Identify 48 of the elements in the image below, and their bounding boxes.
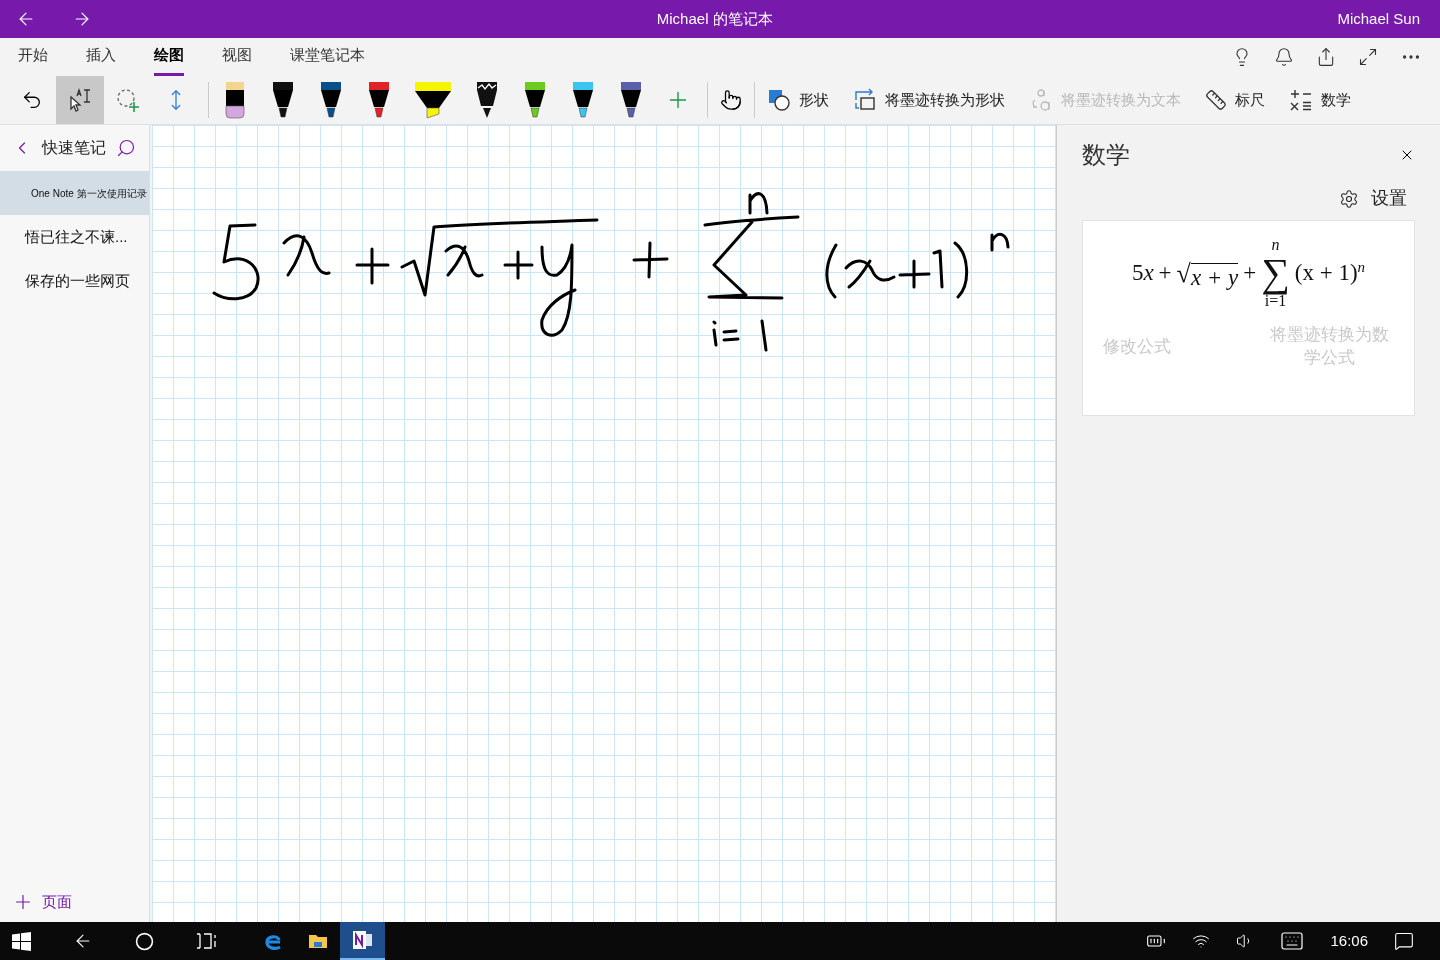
formula-operator: + [1158, 258, 1172, 287]
section-title: 快速笔记 [42, 138, 106, 158]
ribbon-tab[interactable]: 绘图 [154, 38, 184, 76]
user-name[interactable]: Michael Sun [1337, 7, 1424, 31]
share-icon[interactable] [1316, 47, 1336, 67]
formula-term: 5x [1131, 258, 1154, 287]
ribbon-tab[interactable]: 视图 [222, 38, 252, 76]
page-item[interactable]: 悟已往之不谏... [0, 215, 149, 259]
lasso-add-icon [115, 87, 141, 113]
ribbon-tab[interactable]: 课堂笔记本 [290, 38, 365, 76]
window-title: Michael 的笔记本 [656, 8, 773, 29]
settings-button[interactable]: 设置 [1339, 185, 1415, 212]
math-icon [1289, 88, 1313, 112]
touch-drawing-icon[interactable] [720, 89, 742, 111]
ribbon-command[interactable]: 将墨迹转换为形状 [853, 88, 1005, 112]
notebook-app-icon [351, 930, 374, 950]
ink-to-shape-icon [853, 88, 877, 112]
page-item[interactable]: 保存的一些网页 [0, 259, 149, 303]
ribbon-command[interactable]: 标尺 [1205, 88, 1265, 112]
ribbon-command[interactable]: 形状 [767, 88, 829, 112]
tool-button[interactable] [56, 76, 104, 124]
panel-title: 数学 [1082, 140, 1130, 170]
ruler-icon [1205, 89, 1227, 111]
folder-icon [307, 932, 328, 950]
type-select-icon [67, 87, 93, 113]
keyboard-icon[interactable] [1280, 929, 1305, 953]
ribbon-command[interactable]: 数学 [1289, 88, 1351, 112]
search-circle-icon[interactable] [135, 931, 154, 951]
add-page-button[interactable]: 页面 [0, 882, 149, 922]
clock-time[interactable]: 16:06 [1330, 929, 1368, 953]
settings-icon [1339, 188, 1359, 209]
search-icon[interactable] [116, 138, 136, 158]
task-view-icon[interactable] [196, 932, 218, 950]
shapes-icon [767, 88, 791, 112]
highlighter-icon[interactable] [413, 80, 453, 120]
ribbon-tab[interactable]: 插入 [86, 38, 116, 76]
taskbar-app[interactable] [340, 922, 385, 960]
ribbon-tab[interactable]: 开始 [18, 38, 48, 76]
notifications-icon[interactable] [1394, 931, 1414, 951]
expand-icon[interactable] [1358, 47, 1378, 67]
bell-icon[interactable] [1274, 47, 1294, 67]
page-item[interactable]: One Note 第一次使用记录 [0, 171, 149, 215]
formula-operator: + [1243, 258, 1257, 287]
ink-to-text-icon [1029, 88, 1053, 112]
windows-logo-icon[interactable] [12, 931, 31, 951]
summation-term: n ∑ i=1 [1261, 237, 1290, 309]
undo-icon [21, 89, 43, 111]
formula-term: (x + 1)$^{n}$ [1294, 258, 1366, 287]
